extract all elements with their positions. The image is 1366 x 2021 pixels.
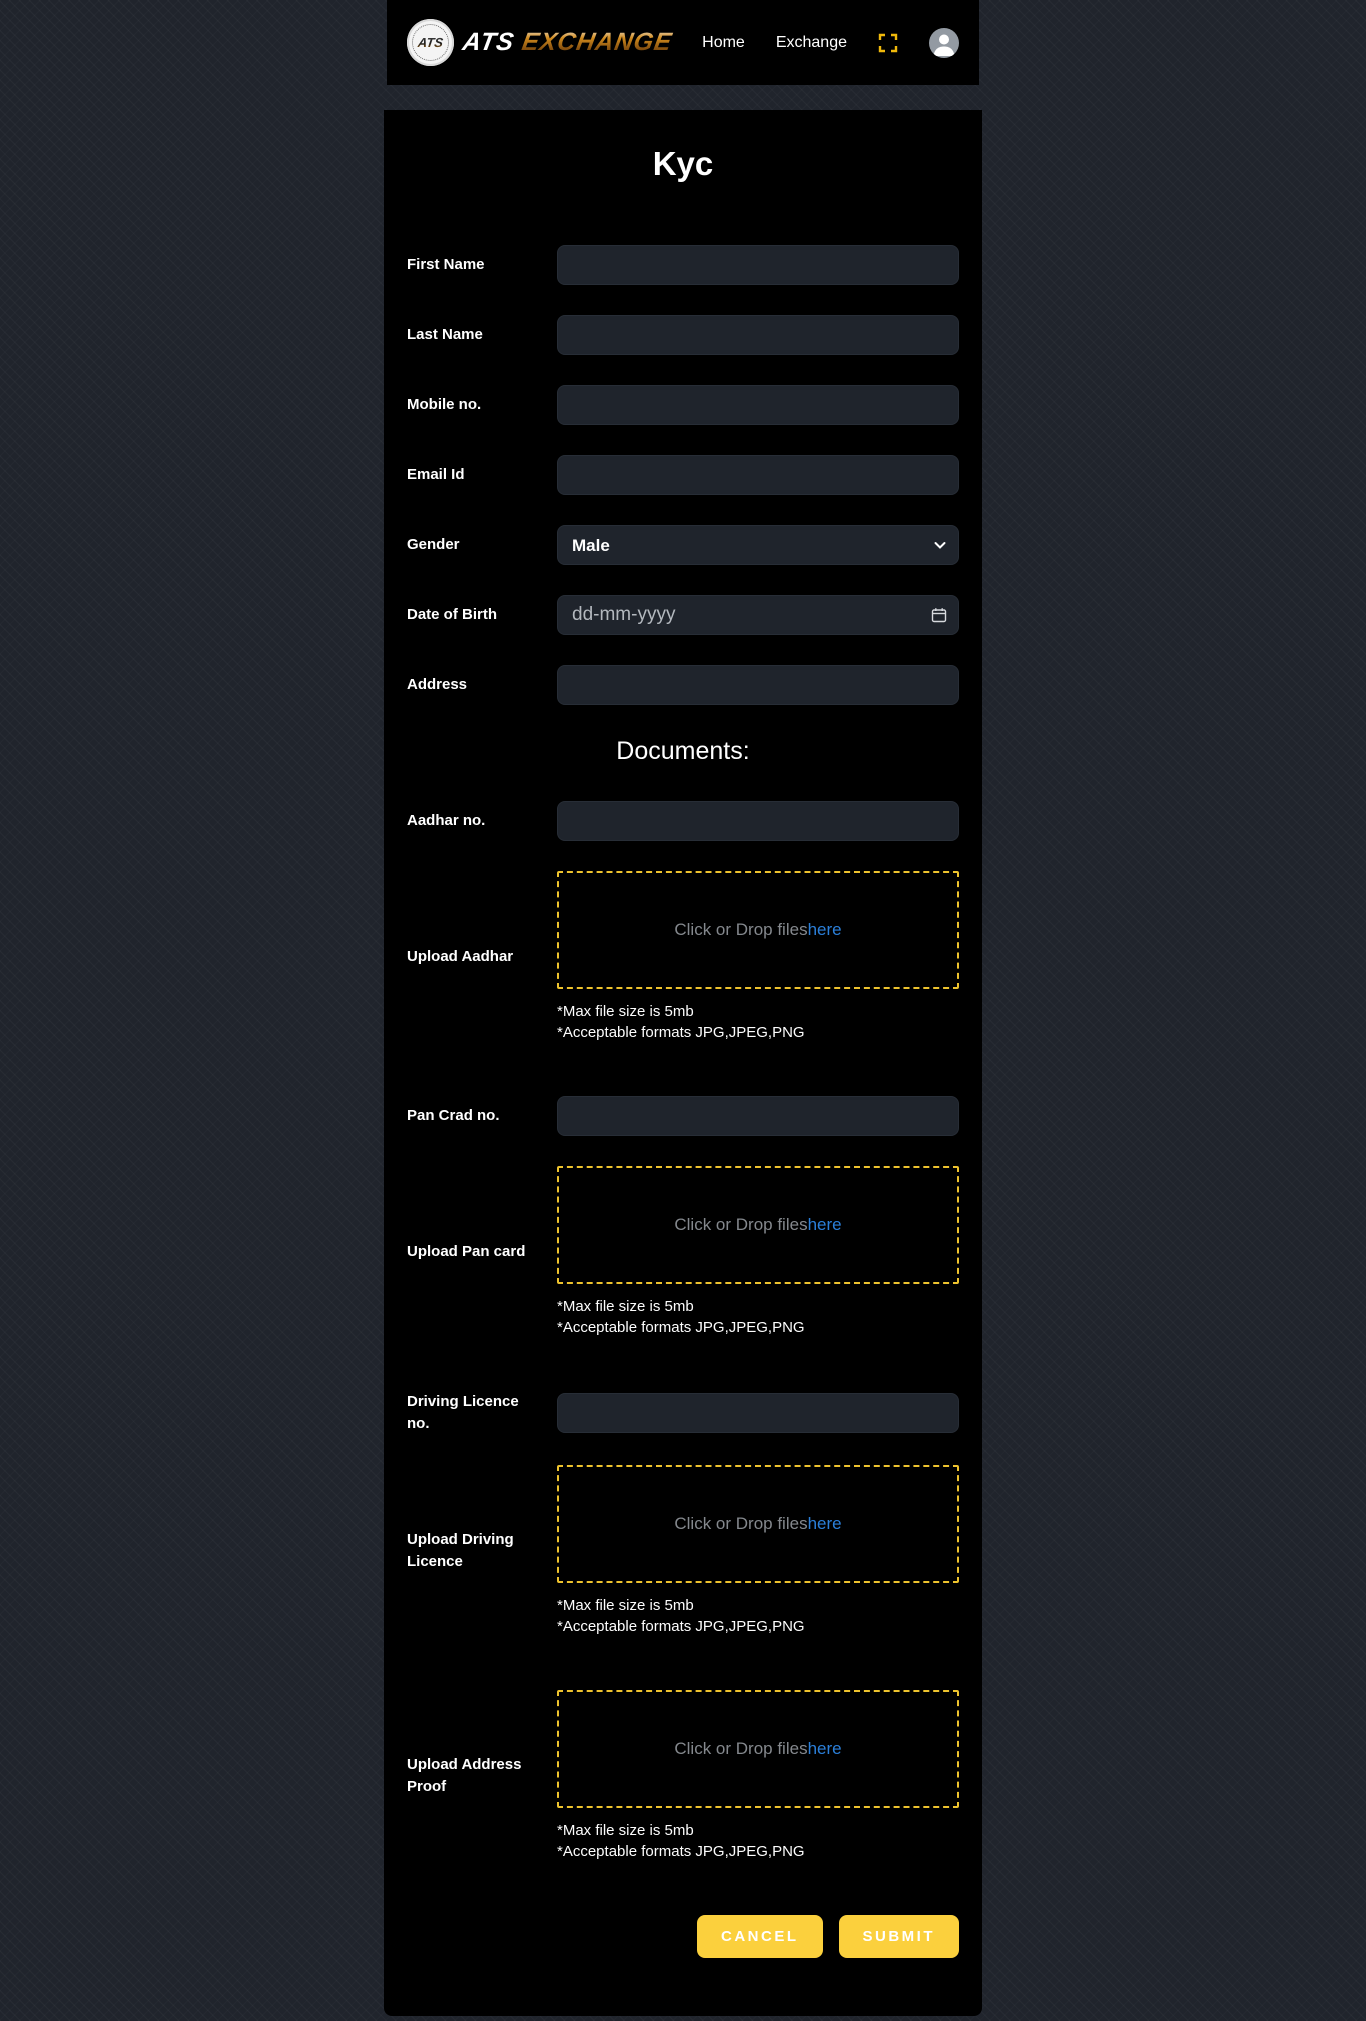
brand-name-right: EXCHANGE	[520, 28, 675, 57]
address-input[interactable]	[557, 665, 959, 705]
form-row-address: Address	[407, 665, 959, 705]
brand-circle-text: ATS	[417, 35, 444, 50]
formats-note: *Acceptable formats JPG,JPEG,PNG	[557, 1616, 959, 1637]
mobile-label: Mobile no.	[407, 394, 557, 416]
address-label: Address	[407, 674, 557, 696]
aadhar-no-label: Aadhar no.	[407, 810, 557, 832]
formats-note: *Acceptable formats JPG,JPEG,PNG	[557, 1317, 959, 1338]
upload-row-licence: Upload Driving Licence Click or Drop fil…	[407, 1465, 959, 1637]
brand-logo[interactable]: ATS ATS EXCHANGE	[407, 19, 672, 66]
form-row-gender: Gender Male	[407, 525, 959, 565]
pan-no-label: Pan Crad no.	[407, 1105, 557, 1127]
upload-row-aadhar: Upload Aadhar Click or Drop files here *…	[407, 871, 959, 1043]
form-row-licence-no: Driving Licence no.	[407, 1391, 959, 1435]
upload-address-proof-label: Upload Address Proof	[407, 1754, 557, 1798]
max-size-note: *Max file size is 5mb	[557, 1820, 959, 1841]
form-row-last-name: Last Name	[407, 315, 959, 355]
form-row-pan-no: Pan Crad no.	[407, 1096, 959, 1136]
kyc-card: Kyc First Name Last Name Mobile no. Emai…	[384, 110, 982, 2016]
aadhar-no-input[interactable]	[557, 801, 959, 841]
calendar-icon[interactable]	[931, 607, 947, 623]
dropzone-text: Click or Drop files	[674, 920, 807, 940]
page-title: Kyc	[407, 144, 959, 184]
pan-no-input[interactable]	[557, 1096, 959, 1136]
top-navbar: ATS ATS EXCHANGE Home Exchange	[387, 0, 979, 85]
brand-wordmark: ATS EXCHANGE	[460, 28, 674, 57]
user-avatar-icon[interactable]	[929, 28, 959, 58]
last-name-input[interactable]	[557, 315, 959, 355]
pan-dropzone[interactable]: Click or Drop files here	[557, 1166, 959, 1284]
gender-label: Gender	[407, 534, 557, 556]
max-size-note: *Max file size is 5mb	[557, 1595, 959, 1616]
last-name-label: Last Name	[407, 324, 557, 346]
dropzone-here-link[interactable]: here	[808, 920, 842, 940]
formats-note: *Acceptable formats JPG,JPEG,PNG	[557, 1841, 959, 1862]
fullscreen-icon[interactable]	[878, 33, 898, 53]
email-input[interactable]	[557, 455, 959, 495]
dropzone-here-link[interactable]: here	[808, 1514, 842, 1534]
dropzone-text: Click or Drop files	[674, 1215, 807, 1235]
address-proof-dropzone[interactable]: Click or Drop files here	[557, 1690, 959, 1808]
aadhar-dropzone[interactable]: Click or Drop files here	[557, 871, 959, 989]
form-row-email: Email Id	[407, 455, 959, 495]
form-actions: CANCEL SUBMIT	[407, 1915, 959, 1958]
nav-links: Home Exchange	[702, 28, 959, 58]
formats-note: *Acceptable formats JPG,JPEG,PNG	[557, 1022, 959, 1043]
dob-input[interactable]	[557, 595, 959, 635]
licence-no-label: Driving Licence no.	[407, 1391, 557, 1435]
max-size-note: *Max file size is 5mb	[557, 1001, 959, 1022]
form-row-first-name: First Name	[407, 245, 959, 285]
form-row-dob: Date of Birth	[407, 595, 959, 635]
licence-no-input[interactable]	[557, 1393, 959, 1433]
first-name-input[interactable]	[557, 245, 959, 285]
brand-name-left: ATS	[460, 28, 516, 57]
dropzone-text: Click or Drop files	[674, 1514, 807, 1534]
upload-row-address-proof: Upload Address Proof Click or Drop files…	[407, 1690, 959, 1862]
form-row-aadhar-no: Aadhar no.	[407, 801, 959, 841]
submit-button[interactable]: SUBMIT	[839, 1915, 960, 1958]
max-size-note: *Max file size is 5mb	[557, 1296, 959, 1317]
upload-pan-label: Upload Pan card	[407, 1241, 557, 1263]
email-label: Email Id	[407, 464, 557, 486]
upload-row-pan: Upload Pan card Click or Drop files here…	[407, 1166, 959, 1338]
documents-heading: Documents:	[407, 735, 959, 767]
licence-dropzone[interactable]: Click or Drop files here	[557, 1465, 959, 1583]
first-name-label: First Name	[407, 254, 557, 276]
mobile-input[interactable]	[557, 385, 959, 425]
dob-label: Date of Birth	[407, 604, 557, 626]
upload-aadhar-label: Upload Aadhar	[407, 946, 557, 968]
nav-link-exchange[interactable]: Exchange	[776, 34, 847, 52]
form-row-mobile: Mobile no.	[407, 385, 959, 425]
nav-link-home[interactable]: Home	[702, 34, 745, 52]
dropzone-text: Click or Drop files	[674, 1739, 807, 1759]
dropzone-here-link[interactable]: here	[808, 1739, 842, 1759]
gender-select[interactable]: Male	[557, 525, 959, 565]
cancel-button[interactable]: CANCEL	[697, 1915, 823, 1958]
dropzone-here-link[interactable]: here	[808, 1215, 842, 1235]
brand-logo-icon: ATS	[407, 19, 454, 66]
upload-licence-label: Upload Driving Licence	[407, 1529, 557, 1573]
